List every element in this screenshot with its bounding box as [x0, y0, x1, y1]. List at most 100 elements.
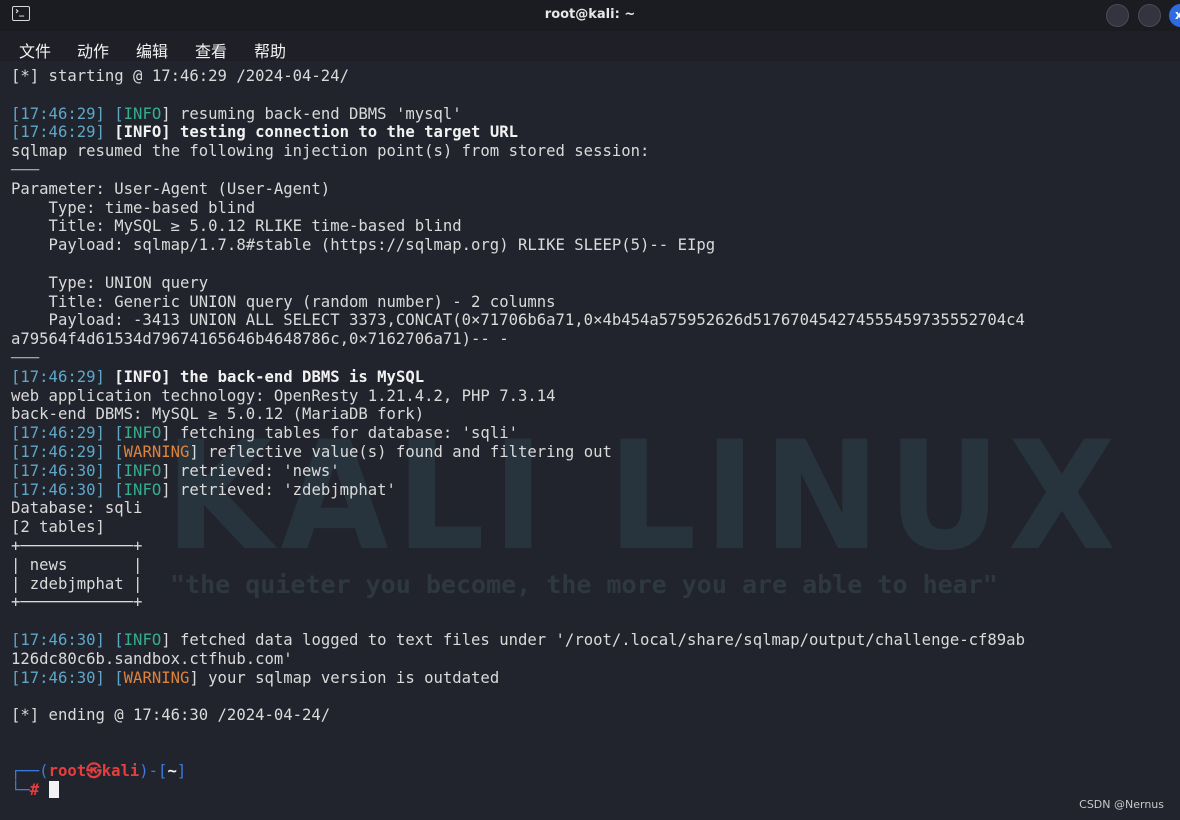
terminal-text-segment: ] [	[95, 461, 124, 480]
terminal-text-segment: ]	[95, 367, 115, 386]
terminal-text-segment: [	[114, 123, 124, 142]
terminal-text-segment: sqlmap resumed the following injection p…	[11, 142, 650, 161]
terminal-text-segment: [	[11, 367, 21, 386]
terminal-text-segment: 17:46:30	[20, 630, 96, 649]
terminal-text-segment: INFO	[123, 630, 162, 649]
menu-bar: 文件 动作 编辑 查看 帮助	[0, 31, 1180, 61]
terminal-line: [17:46:29] [INFO] fetching tables for da…	[11, 424, 1176, 443]
terminal-text-segment: [*] ending @ 17:46:30 /2024-04-24/	[11, 706, 331, 725]
terminal-line: [17:46:30] [INFO] retrieved: 'news'	[11, 462, 1176, 481]
terminal-line: back-end DBMS: MySQL ≥ 5.0.12 (MariaDB f…	[11, 405, 1176, 424]
terminal-text-segment: ] [	[95, 104, 124, 123]
terminal-text-segment: └─	[11, 781, 30, 800]
terminal-text-segment: ] [	[95, 630, 124, 649]
menu-view[interactable]: 查看	[195, 38, 227, 62]
terminal-output[interactable]: [*] starting @ 17:46:29 /2024-04-24/ [17:…	[11, 67, 1176, 800]
terminal-text-segment: Type: UNION query	[11, 273, 209, 292]
terminal-line: [17:46:29] [INFO] the back-end DBMS is M…	[11, 368, 1176, 387]
terminal-text-segment: 17:46:30	[20, 668, 96, 687]
terminal-text-segment: ───	[11, 348, 40, 367]
terminal-text-segment: 17:46:29	[20, 424, 96, 443]
terminal-text-segment: ] [	[95, 442, 124, 461]
terminal-text-segment: ] fetching tables for database: 'sqli'	[161, 424, 518, 443]
terminal-text-segment: 17:46:29	[20, 104, 96, 123]
terminal-line: Payload: -3413 UNION ALL SELECT 3373,CON…	[11, 311, 1176, 330]
terminal-line: Type: UNION query	[11, 274, 1176, 293]
terminal-text-segment: 17:46:29	[20, 367, 96, 386]
terminal-text-segment: WARNING	[123, 668, 190, 687]
terminal-line: [17:46:30] [INFO] fetched data logged to…	[11, 631, 1176, 650]
terminal-line: Payload: sqlmap/1.7.8#stable (https://sq…	[11, 236, 1176, 255]
terminal-text-segment: ───	[11, 160, 40, 179]
terminal-text-segment: Payload: -3413 UNION ALL SELECT 3373,CON…	[11, 311, 1025, 330]
terminal-line: [17:46:29] [INFO] resuming back-end DBMS…	[11, 105, 1176, 124]
terminal-text-segment: Title: Generic UNION query (random numbe…	[11, 292, 556, 311]
terminal-text-segment: [	[11, 461, 21, 480]
terminal-text-segment: ]	[176, 762, 187, 781]
terminal-text-segment: INFO	[123, 461, 162, 480]
menu-edit[interactable]: 编辑	[136, 38, 168, 62]
terminal-line: | zdebjmphat |	[11, 575, 1176, 594]
menu-file[interactable]: 文件	[19, 38, 51, 62]
terminal-text-segment: ] retrieved: 'zdebjmphat'	[161, 480, 396, 499]
terminal-line: [*] ending @ 17:46:30 /2024-04-24/	[11, 706, 1176, 725]
terminal-text-segment: ] [	[95, 424, 124, 443]
terminal-line: [17:46:30] [WARNING] your sqlmap version…	[11, 669, 1176, 688]
maximize-button[interactable]	[1138, 4, 1161, 27]
menu-action[interactable]: 动作	[77, 38, 109, 62]
terminal-line: ───	[11, 349, 1176, 368]
terminal-text-segment: +────────────+	[11, 593, 143, 612]
terminal-text-segment: ] [	[95, 480, 124, 499]
terminal-text-segment: #	[29, 781, 49, 800]
terminal-line: Database: sqli	[11, 499, 1176, 518]
terminal-text-segment: Title: MySQL ≥ 5.0.12 RLIKE time-based b…	[11, 217, 462, 236]
terminal-text-segment: Database: sqli	[11, 499, 143, 518]
close-button[interactable]: x	[1169, 4, 1180, 27]
terminal-text-segment: Type: time-based blind	[11, 198, 256, 217]
terminal-line: sqlmap resumed the following injection p…	[11, 142, 1176, 161]
terminal-line: +────────────+	[11, 593, 1176, 612]
terminal-line: Parameter: User-Agent (User-Agent)	[11, 180, 1176, 199]
terminal-text-segment: 17:46:29	[20, 123, 96, 142]
terminal-text-segment: ]	[95, 123, 115, 142]
terminal-text-segment: | news |	[11, 555, 143, 574]
terminal-text-segment: ┌──(	[11, 762, 49, 781]
terminal-text-segment: ~	[167, 762, 177, 781]
terminal-text-segment: ] reflective value(s) found and filterin…	[189, 442, 612, 461]
terminal-text-segment: 17:46:30	[20, 461, 96, 480]
terminal-text-segment: ] [	[95, 668, 124, 687]
terminal-line: | news |	[11, 556, 1176, 575]
terminal-text-segment: INFO	[123, 367, 162, 386]
terminal-text-segment: WARNING	[123, 442, 190, 461]
terminal-text-segment: a79564f4d61534d79674165646b4648786c,0×71…	[11, 330, 509, 349]
terminal-text-segment: [*] starting @ 17:46:29 /2024-04-24/	[11, 67, 349, 85]
terminal-line: [*] starting @ 17:46:29 /2024-04-24/	[11, 67, 1176, 86]
terminal-text-segment: 126dc80c6b.sandbox.ctfhub.com'	[11, 649, 293, 668]
terminal-text-segment: root㉿kali	[48, 762, 140, 781]
terminal-text-segment: | zdebjmphat |	[11, 574, 143, 593]
terminal-line: web application technology: OpenResty 1.…	[11, 387, 1176, 406]
terminal-text-segment: INFO	[123, 480, 162, 499]
terminal-text-segment: ] the back-end DBMS is MySQL	[161, 367, 425, 386]
terminal-text-segment: 17:46:30	[20, 480, 96, 499]
terminal-line: Title: Generic UNION query (random numbe…	[11, 293, 1176, 312]
terminal-line: [2 tables]	[11, 518, 1176, 537]
terminal-text-segment: web application technology: OpenResty 1.…	[11, 386, 556, 405]
terminal-line: 126dc80c6b.sandbox.ctfhub.com'	[11, 650, 1176, 669]
title-bar[interactable]: ›_ root@kali: ~ x	[0, 0, 1180, 31]
minimize-button[interactable]	[1106, 4, 1129, 27]
window-title: root@kali: ~	[544, 7, 636, 22]
terminal-line: [17:46:29] [WARNING] reflective value(s)…	[11, 443, 1176, 462]
text-cursor[interactable]	[48, 781, 59, 799]
terminal-text-segment: ] your sqlmap version is outdated	[189, 668, 500, 687]
menu-help[interactable]: 帮助	[254, 38, 286, 62]
terminal-text-segment: [	[114, 367, 124, 386]
terminal-text-segment: 17:46:29	[20, 442, 96, 461]
terminal-line: Type: time-based blind	[11, 199, 1176, 218]
terminal-line: a79564f4d61534d79674165646b4648786c,0×71…	[11, 330, 1176, 349]
